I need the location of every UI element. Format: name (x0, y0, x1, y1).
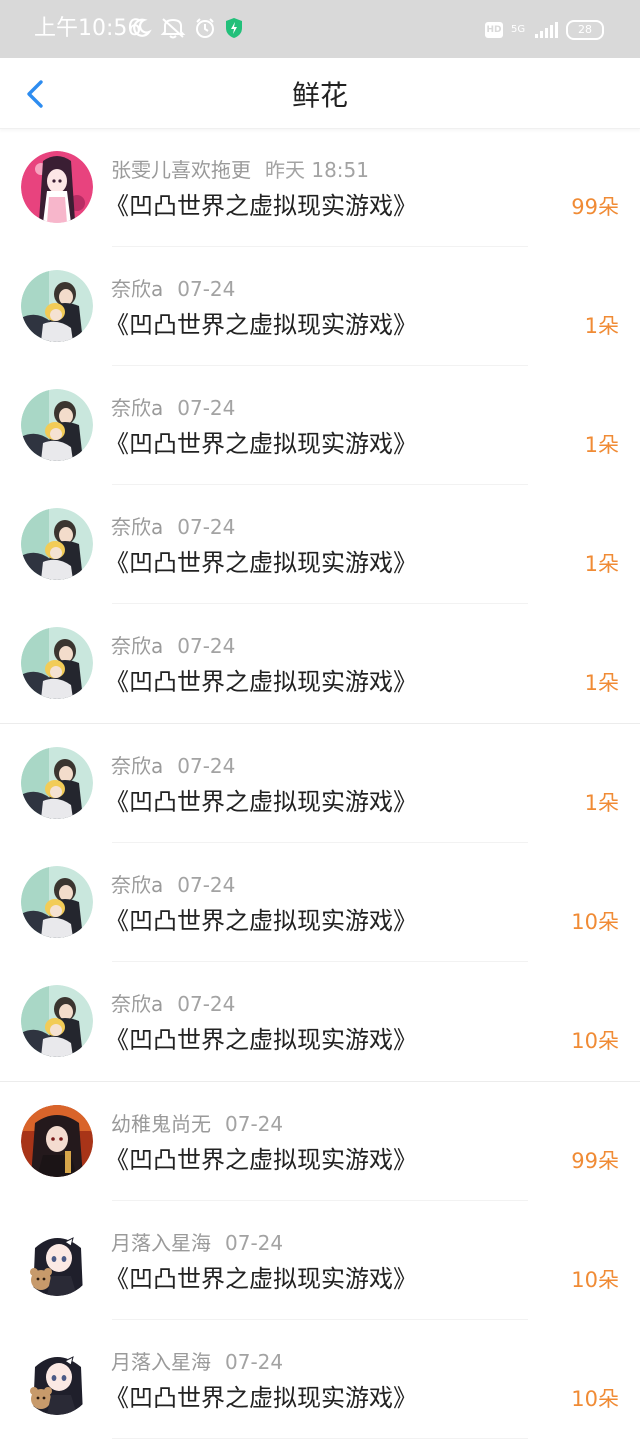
send-date: 07-24 (177, 634, 236, 658)
flower-list: 张雯儿喜欢拖更 昨天 18:51 《凹凸世界之虚拟现实游戏》 99朵 奈欣a 07-24… (0, 128, 640, 1439)
page-title: 鲜花 (291, 79, 348, 112)
flower-count: 10朵 (571, 1268, 619, 1292)
sender-info: 月落入星海 07-24 (111, 1349, 283, 1375)
status-time: 上午10:56 (34, 16, 142, 41)
send-date: 昨天 18:51 (265, 158, 369, 182)
book-title[interactable]: 《凹凸世界之虚拟现实游戏》 (105, 428, 417, 460)
sender-info: 幼稚鬼尚无 07-24 (111, 1111, 283, 1137)
avatar[interactable] (21, 270, 93, 342)
sender-name[interactable]: 奈欣a (111, 634, 163, 658)
list-item[interactable]: 奈欣a 07-24 《凹凸世界之虚拟现实游戏》 10朵 (0, 962, 640, 1082)
send-date: 07-24 (177, 277, 236, 301)
flower-count: 10朵 (571, 1387, 619, 1411)
flower-count: 1朵 (584, 552, 619, 576)
send-date: 07-24 (177, 754, 236, 778)
flower-count: 1朵 (584, 791, 619, 815)
list-item[interactable]: 月落入星海 07-24 《凹凸世界之虚拟现实游戏》 10朵 (0, 1320, 640, 1439)
list-item[interactable]: 奈欣a 07-24 《凹凸世界之虚拟现实游戏》 1朵 (0, 724, 640, 843)
book-title[interactable]: 《凹凸世界之虚拟现实游戏》 (105, 905, 417, 937)
flower-count: 1朵 (584, 433, 619, 457)
sender-info: 奈欣a 07-24 (111, 991, 235, 1017)
book-title[interactable]: 《凹凸世界之虚拟现实游戏》 (105, 190, 417, 222)
hd-icon: HD (485, 22, 503, 38)
avatar[interactable] (21, 747, 93, 819)
avatar[interactable] (21, 1224, 93, 1296)
sender-name[interactable]: 月落入星海 (111, 1231, 211, 1255)
list-item[interactable]: 张雯儿喜欢拖更 昨天 18:51 《凹凸世界之虚拟现实游戏》 99朵 (0, 128, 640, 247)
nav-bar: 鲜花 (0, 58, 640, 129)
list-item[interactable]: 月落入星海 07-24 《凹凸世界之虚拟现实游戏》 10朵 (0, 1201, 640, 1320)
book-title[interactable]: 《凹凸世界之虚拟现实游戏》 (105, 1263, 417, 1295)
sender-info: 奈欣a 07-24 (111, 753, 235, 779)
sender-info: 奈欣a 07-24 (111, 514, 235, 540)
book-title[interactable]: 《凹凸世界之虚拟现实游戏》 (105, 666, 417, 698)
list-item[interactable]: 奈欣a 07-24 《凹凸世界之虚拟现实游戏》 1朵 (0, 247, 640, 366)
flower-count: 10朵 (571, 1029, 619, 1053)
send-date: 07-24 (225, 1350, 284, 1374)
list-item[interactable]: 奈欣a 07-24 《凹凸世界之虚拟现实游戏》 1朵 (0, 366, 640, 485)
sender-info: 月落入星海 07-24 (111, 1230, 283, 1256)
list-item[interactable]: 奈欣a 07-24 《凹凸世界之虚拟现实游戏》 10朵 (0, 843, 640, 962)
battery-icon: 28 (566, 20, 604, 40)
avatar[interactable] (21, 985, 93, 1057)
sender-info: 奈欣a 07-24 (111, 395, 235, 421)
flower-count: 99朵 (571, 195, 619, 219)
flower-count: 10朵 (571, 910, 619, 934)
status-icons-right: HD 5G 28 (485, 16, 604, 44)
sender-name[interactable]: 奈欣a (111, 396, 163, 420)
send-date: 07-24 (177, 873, 236, 897)
flower-count: 1朵 (584, 671, 619, 695)
sender-name[interactable]: 幼稚鬼尚无 (111, 1112, 211, 1136)
avatar[interactable] (21, 627, 93, 699)
alarm-icon (194, 17, 216, 43)
list-item[interactable]: 幼稚鬼尚无 07-24 《凹凸世界之虚拟现实游戏》 99朵 (0, 1082, 640, 1201)
book-title[interactable]: 《凹凸世界之虚拟现实游戏》 (105, 786, 417, 818)
sender-name[interactable]: 月落入星海 (111, 1350, 211, 1374)
status-icons-left (130, 16, 244, 44)
book-title[interactable]: 《凹凸世界之虚拟现实游戏》 (105, 309, 417, 341)
list-item[interactable]: 奈欣a 07-24 《凹凸世界之虚拟现实游戏》 1朵 (0, 604, 640, 724)
send-date: 07-24 (177, 992, 236, 1016)
sender-name[interactable]: 奈欣a (111, 754, 163, 778)
avatar[interactable] (21, 1105, 93, 1177)
sender-name[interactable]: 奈欣a (111, 515, 163, 539)
book-title[interactable]: 《凹凸世界之虚拟现实游戏》 (105, 1144, 417, 1176)
flower-count: 1朵 (584, 314, 619, 338)
send-date: 07-24 (225, 1231, 284, 1255)
book-title[interactable]: 《凹凸世界之虚拟现实游戏》 (105, 1024, 417, 1056)
avatar[interactable] (21, 1343, 93, 1415)
moon-icon (130, 17, 152, 43)
avatar[interactable] (21, 389, 93, 461)
sender-info: 张雯儿喜欢拖更 昨天 18:51 (111, 157, 369, 183)
avatar[interactable] (21, 508, 93, 580)
signal-icon (535, 22, 558, 38)
send-date: 07-24 (177, 515, 236, 539)
avatar[interactable] (21, 866, 93, 938)
sender-name[interactable]: 奈欣a (111, 873, 163, 897)
avatar[interactable] (21, 151, 93, 223)
book-title[interactable]: 《凹凸世界之虚拟现实游戏》 (105, 547, 417, 579)
flower-count: 99朵 (571, 1149, 619, 1173)
send-date: 07-24 (177, 396, 236, 420)
list-item[interactable]: 奈欣a 07-24 《凹凸世界之虚拟现实游戏》 1朵 (0, 485, 640, 604)
sender-info: 奈欣a 07-24 (111, 633, 235, 659)
sender-info: 奈欣a 07-24 (111, 872, 235, 898)
status-bar: 上午10:56 HD 5G 28 (0, 0, 640, 58)
sender-info: 奈欣a 07-24 (111, 276, 235, 302)
shield-icon (224, 17, 244, 43)
network-type: 5G (511, 24, 526, 35)
sender-name[interactable]: 奈欣a (111, 992, 163, 1016)
sender-name[interactable]: 张雯儿喜欢拖更 (111, 158, 251, 182)
mute-icon (160, 17, 186, 43)
send-date: 07-24 (225, 1112, 284, 1136)
book-title[interactable]: 《凹凸世界之虚拟现实游戏》 (105, 1382, 417, 1414)
sender-name[interactable]: 奈欣a (111, 277, 163, 301)
